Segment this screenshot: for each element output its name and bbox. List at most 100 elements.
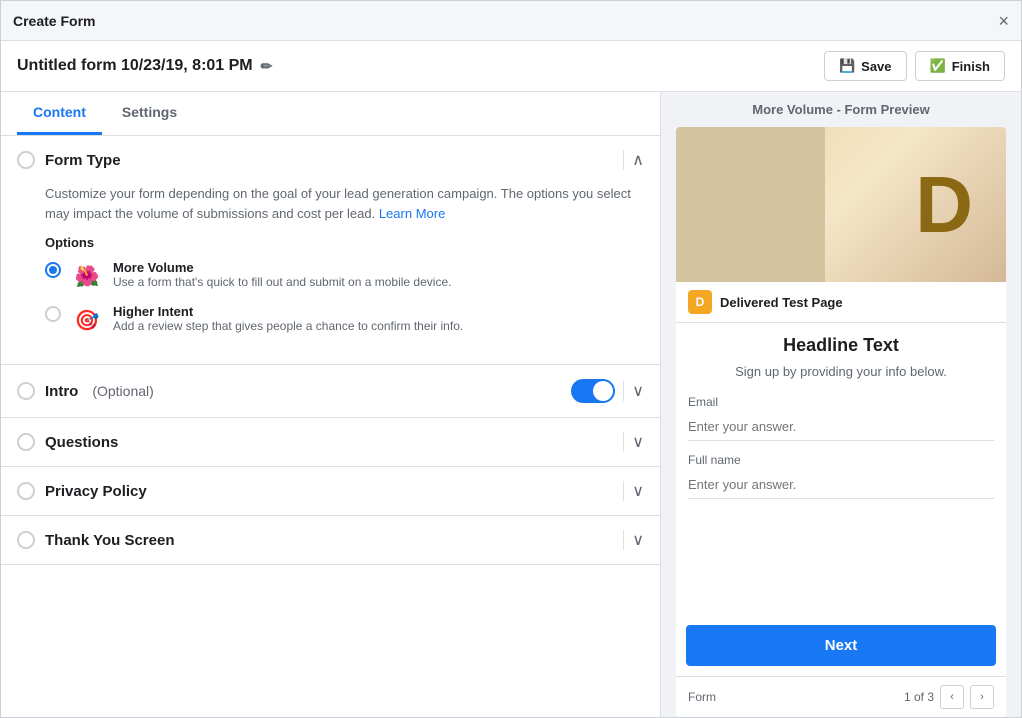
save-button[interactable]: 💾 Save: [824, 51, 907, 81]
section-questions-header[interactable]: Questions ∨: [1, 418, 660, 466]
preview-field-email: Email: [688, 395, 994, 441]
section-privacy-header[interactable]: Privacy Policy ∨: [1, 467, 660, 515]
page-avatar: D: [688, 290, 712, 314]
option-higher-intent-name: Higher Intent: [113, 304, 463, 319]
divider: [623, 481, 624, 501]
pagination-controls: 1 of 3 ‹ ›: [904, 685, 994, 709]
chevron-down-icon: ∨: [632, 381, 644, 401]
left-panel: Content Settings Form Type ∧: [1, 92, 661, 717]
form-type-desc: Customize your form depending on the goa…: [45, 184, 644, 223]
preview-subtext: Sign up by providing your info below.: [688, 364, 994, 379]
edit-icon[interactable]: ✏: [261, 58, 273, 75]
section-intro-title: Intro: [45, 383, 78, 400]
chevron-up-icon: ∧: [632, 150, 644, 170]
save-icon: 💾: [839, 58, 855, 74]
sections: Form Type ∧ Customize your form dependin…: [1, 136, 660, 717]
tab-content[interactable]: Content: [17, 92, 102, 135]
chevron-down-icon: ∨: [632, 530, 644, 550]
section-intro-right: ∨: [571, 379, 644, 403]
page-name: Delivered Test Page: [720, 295, 843, 310]
pagination-label: Form: [688, 690, 716, 704]
option-higher-intent-desc: Add a review step that gives people a ch…: [113, 319, 463, 333]
section-thankyou-right: ∨: [623, 530, 644, 550]
tab-settings[interactable]: Settings: [106, 92, 193, 135]
section-intro-left: Intro (Optional): [17, 382, 154, 400]
preview-field-fullname: Full name: [688, 453, 994, 499]
preview-headline: Headline Text: [688, 335, 994, 356]
pagination-text: 1 of 3: [904, 690, 934, 704]
section-questions: Questions ∨: [1, 418, 660, 467]
option-more-volume: 🌺 More Volume Use a form that's quick to…: [45, 260, 644, 292]
section-form-type-title: Form Type: [45, 152, 121, 169]
preview-container: D D Delivered Test Page Headline Text Si…: [661, 127, 1021, 717]
pagination-next-button[interactable]: ›: [970, 685, 994, 709]
chevron-down-icon: ∨: [632, 432, 644, 452]
section-privacy-policy: Privacy Policy ∨: [1, 467, 660, 516]
section-thank-you: Thank You Screen ∨: [1, 516, 660, 565]
section-intro: Intro (Optional) ∨: [1, 365, 660, 418]
form-title-area: Untitled form 10/23/19, 8:01 PM ✏: [17, 57, 272, 75]
email-input[interactable]: [688, 413, 994, 441]
preview-title: More Volume - Form Preview: [661, 92, 1021, 127]
finish-button[interactable]: ✅ Finish: [915, 51, 1005, 81]
header-buttons: 💾 Save ✅ Finish: [824, 51, 1005, 81]
fullname-input[interactable]: [688, 471, 994, 499]
title-bar: Create Form ×: [1, 1, 1021, 41]
option-more-volume-radio[interactable]: [45, 262, 61, 278]
divider: [623, 432, 624, 452]
preview-pagination: Form 1 of 3 ‹ ›: [676, 676, 1006, 717]
option-more-volume-desc: Use a form that's quick to fill out and …: [113, 275, 451, 289]
section-privacy-radio: [17, 482, 35, 500]
close-button[interactable]: ×: [998, 12, 1009, 30]
option-higher-intent-text: Higher Intent Add a review step that giv…: [113, 304, 463, 333]
section-privacy-left: Privacy Policy: [17, 482, 147, 500]
section-intro-optional: (Optional): [92, 383, 153, 399]
chevron-down-icon: ∨: [632, 481, 644, 501]
section-intro-header[interactable]: Intro (Optional) ∨: [1, 365, 660, 417]
divider: [623, 381, 624, 401]
option-higher-intent-icon: 🎯: [71, 304, 103, 336]
intro-toggle[interactable]: [571, 379, 615, 403]
section-form-type-radio: [17, 151, 35, 169]
fullname-label: Full name: [688, 453, 994, 467]
section-questions-title: Questions: [45, 434, 118, 451]
section-questions-left: Questions: [17, 433, 118, 451]
finish-icon: ✅: [930, 58, 946, 74]
section-questions-right: ∨: [623, 432, 644, 452]
next-button[interactable]: Next: [686, 625, 996, 666]
option-more-volume-text: More Volume Use a form that's quick to f…: [113, 260, 451, 289]
option-higher-intent-radio[interactable]: [45, 306, 61, 322]
preview-body: Headline Text Sign up by providing your …: [676, 323, 1006, 615]
preview-img-letter: D: [915, 159, 973, 251]
header: Untitled form 10/23/19, 8:01 PM ✏ 💾 Save…: [1, 41, 1021, 92]
tabs: Content Settings: [1, 92, 660, 136]
learn-more-link[interactable]: Learn More: [379, 206, 445, 221]
right-panel: More Volume - Form Preview D D Delivered…: [661, 92, 1021, 717]
preview-img-left: [676, 127, 825, 282]
divider: [623, 150, 624, 170]
section-thankyou-title: Thank You Screen: [45, 532, 175, 549]
pagination-prev-button[interactable]: ‹: [940, 685, 964, 709]
section-header-left: Form Type: [17, 151, 121, 169]
main-layout: Content Settings Form Type ∧: [1, 92, 1021, 717]
preview-image: D: [676, 127, 1006, 282]
section-form-type-header[interactable]: Form Type ∧: [1, 136, 660, 184]
section-questions-radio: [17, 433, 35, 451]
divider: [623, 530, 624, 550]
options-label: Options: [45, 235, 644, 250]
section-thankyou-left: Thank You Screen: [17, 531, 175, 549]
option-higher-intent: 🎯 Higher Intent Add a review step that g…: [45, 304, 644, 336]
section-thankyou-header[interactable]: Thank You Screen ∨: [1, 516, 660, 564]
section-form-type: Form Type ∧ Customize your form dependin…: [1, 136, 660, 365]
section-intro-radio: [17, 382, 35, 400]
option-more-volume-name: More Volume: [113, 260, 451, 275]
form-type-content: Customize your form depending on the goa…: [1, 184, 660, 364]
section-thankyou-radio: [17, 531, 35, 549]
form-title-text: Untitled form 10/23/19, 8:01 PM: [17, 57, 253, 75]
preview-footer: Next: [676, 615, 1006, 676]
preview-page-info: D Delivered Test Page: [676, 282, 1006, 323]
section-privacy-title: Privacy Policy: [45, 483, 147, 500]
preview-card: D D Delivered Test Page Headline Text Si…: [676, 127, 1006, 717]
option-more-volume-icon: 🌺: [71, 260, 103, 292]
section-header-right: ∧: [623, 150, 644, 170]
